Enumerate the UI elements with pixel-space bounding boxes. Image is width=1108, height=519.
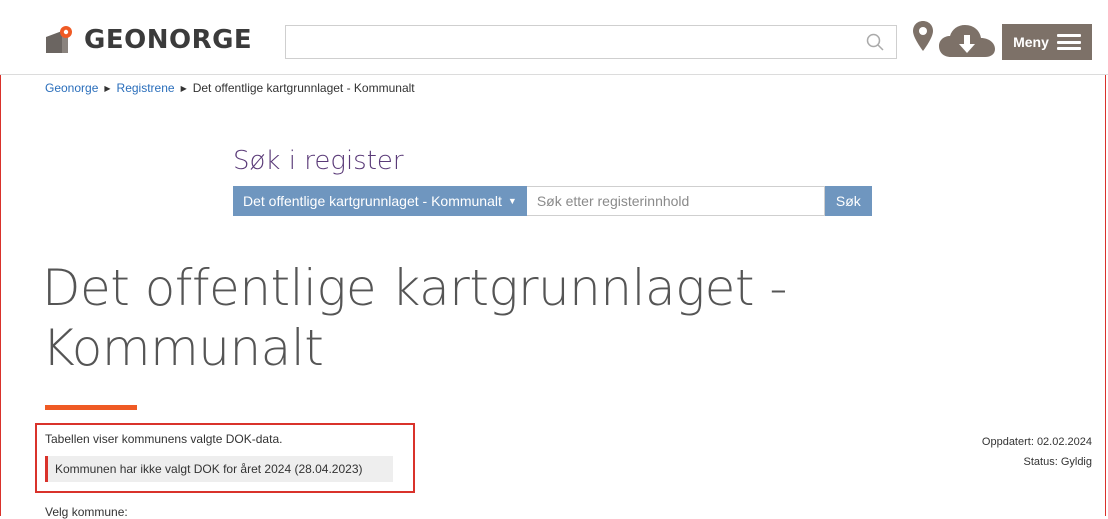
title-underline-bar xyxy=(45,405,137,410)
menu-label: Meny xyxy=(1013,34,1049,50)
geonorge-logo[interactable]: GEONORGE xyxy=(44,25,252,55)
page-title-line-2: Kommunalt xyxy=(42,319,324,377)
dok-notice-text: Kommunen har ikke valgt DOK for året 202… xyxy=(55,462,363,476)
hamburger-icon xyxy=(1056,34,1081,50)
site-search-field[interactable] xyxy=(285,25,897,59)
register-search-bar: Det offentlige kartgrunnlaget - Kommunal… xyxy=(233,186,872,216)
geonorge-logo-icon xyxy=(44,25,74,55)
site-search-input[interactable] xyxy=(294,26,858,58)
updated-date: Oppdatert: 02.02.2024 xyxy=(981,436,1092,448)
map-pin-icon[interactable] xyxy=(913,21,933,56)
page-title: Det offentlige kartgrunnlaget - Kommunal… xyxy=(42,258,942,378)
register-search-input[interactable] xyxy=(526,186,825,216)
dok-notice: Kommunen har ikke valgt DOK for året 202… xyxy=(45,456,393,482)
select-municipality-label: Velg kommune: xyxy=(45,505,128,519)
logo-text: GEONORGE xyxy=(84,25,253,55)
register-search-title: Søk i register xyxy=(233,146,404,176)
status-text: Status: Gyldig xyxy=(1023,456,1092,468)
register-select-dropdown[interactable]: Det offentlige kartgrunnlaget - Kommunal… xyxy=(233,186,527,216)
register-search-button[interactable]: Søk xyxy=(824,186,872,216)
breadcrumb: Geonorge ▶ Registrene ▶ Det offentlige k… xyxy=(45,81,415,95)
breadcrumb-current: Det offentlige kartgrunnlaget - Kommunal… xyxy=(192,81,415,95)
page-title-line-1: Det offentlige kartgrunnlaget - xyxy=(42,259,787,317)
breadcrumb-link-geonorge[interactable]: Geonorge xyxy=(45,81,98,95)
search-icon[interactable] xyxy=(866,33,884,56)
register-select-label: Det offentlige kartgrunnlaget - Kommunal… xyxy=(243,193,502,209)
table-description: Tabellen viser kommunens valgte DOK-data… xyxy=(45,432,283,446)
register-meta: Oppdatert: 02.02.2024 Status: Gyldig xyxy=(982,432,1092,472)
breadcrumb-separator-icon: ▶ xyxy=(104,83,111,93)
breadcrumb-link-registrene[interactable]: Registrene xyxy=(117,81,175,95)
caret-down-icon: ▼ xyxy=(507,196,517,206)
menu-button[interactable]: Meny xyxy=(1002,24,1092,60)
site-header: GEONORGE Meny xyxy=(0,0,1108,75)
cloud-download-icon[interactable] xyxy=(939,25,995,64)
breadcrumb-separator-icon: ▶ xyxy=(180,83,187,93)
